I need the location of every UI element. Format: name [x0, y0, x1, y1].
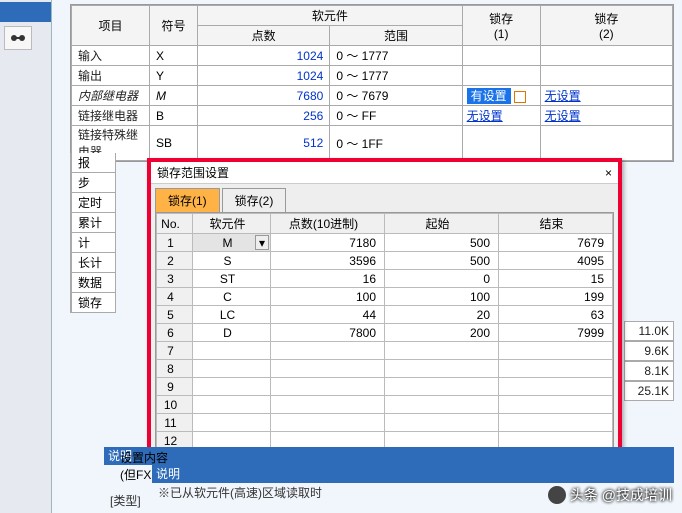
latch-row[interactable]: 5LC442063 — [157, 306, 613, 324]
partial-row-label: 数据 — [71, 273, 116, 293]
latch-range-dialog: 锁存范围设置 × 锁存(1) 锁存(2) No. 软元件 点数(10进制) 起始… — [147, 158, 622, 458]
latch-row[interactable]: 2S35965004095 — [157, 252, 613, 270]
partial-row-label: 定时 — [71, 193, 116, 213]
latch-row[interactable]: 4C100100199 — [157, 288, 613, 306]
latch-row[interactable]: 10 — [157, 396, 613, 414]
right-values: 11.0K9.6K8.1K25.1K — [624, 321, 674, 401]
col-end: 结束 — [499, 214, 613, 234]
latch-range-table[interactable]: No. 软元件 点数(10进制) 起始 结束 1M▾718050076792S3… — [156, 213, 613, 450]
partial-row-label: 计 — [71, 233, 116, 253]
col-project: 项目 — [72, 6, 150, 46]
latch-row[interactable]: 1M▾71805007679 — [157, 234, 613, 252]
tab-latch2[interactable]: 锁存(2) — [222, 188, 287, 212]
table-row[interactable]: 链接继电器B2560 ～ FF无设置无设置 — [72, 106, 673, 126]
col-symbol: 符号 — [150, 6, 198, 46]
partial-row-label: 长计 — [71, 253, 116, 273]
col-dev: 软元件 — [193, 214, 271, 234]
table-row[interactable]: 输入X10240 ～ 1777 — [72, 46, 673, 66]
latch-row[interactable]: 3ST16015 — [157, 270, 613, 288]
col-softdev: 软元件 — [198, 6, 463, 26]
latch-row[interactable]: 7 — [157, 342, 613, 360]
dropdown-icon[interactable]: ▾ — [255, 235, 269, 250]
description-text: ※已从软元件(高速)区域读取时 — [158, 484, 322, 501]
dialog-title: 锁存范围设置 — [157, 164, 229, 181]
partial-row-label: 步 — [71, 173, 116, 193]
col-start: 起始 — [385, 214, 499, 234]
type-label: [类型] — [110, 492, 141, 509]
binoculars-icon[interactable] — [4, 26, 32, 50]
col-no: No. — [157, 214, 193, 234]
partial-row-label: 锁存 — [71, 293, 116, 313]
right-value: 9.6K — [624, 341, 674, 361]
right-value: 8.1K — [624, 361, 674, 381]
right-value: 11.0K — [624, 321, 674, 341]
tab-latch1[interactable]: 锁存(1) — [155, 188, 220, 212]
watermark: 头条 @技成培训 — [548, 485, 672, 505]
partial-row-label: 报 — [71, 153, 116, 173]
table-row[interactable]: 链接特殊继电器SB5120 ～ 1FF — [72, 126, 673, 161]
latch-row[interactable]: 9 — [157, 378, 613, 396]
col-range: 范围 — [330, 26, 462, 46]
latch-row[interactable]: 11 — [157, 414, 613, 432]
dialog-tabs: 锁存(1) 锁存(2) — [151, 184, 618, 212]
col-latch2: 锁存 (2) — [540, 6, 672, 46]
table-row[interactable]: 输出Y10240 ～ 1777 — [72, 66, 673, 86]
partial-row-labels: 报步定时累计计长计数据锁存 — [70, 153, 116, 313]
description-bar: 说明 — [104, 447, 674, 465]
description-bar2: 说明 — [152, 465, 674, 483]
col-points: 点数 — [198, 26, 330, 46]
latch-row[interactable]: 8 — [157, 360, 613, 378]
right-value: 25.1K — [624, 381, 674, 401]
table-row[interactable]: 内部继电器M76800 ～ 7679有设置 无设置 — [72, 86, 673, 106]
latch-row[interactable]: 6D78002007999 — [157, 324, 613, 342]
col-pts: 点数(10进制) — [271, 214, 385, 234]
col-latch1: 锁存 (1) — [462, 6, 540, 46]
left-toolbar — [0, 0, 52, 513]
partial-row-label: 累计 — [71, 213, 116, 233]
device-settings-table: 项目 符号 软元件 锁存 (1) 锁存 (2) 点数 范围 输入X10240 ～… — [70, 4, 674, 162]
dialog-titlebar: 锁存范围设置 × — [151, 162, 618, 184]
